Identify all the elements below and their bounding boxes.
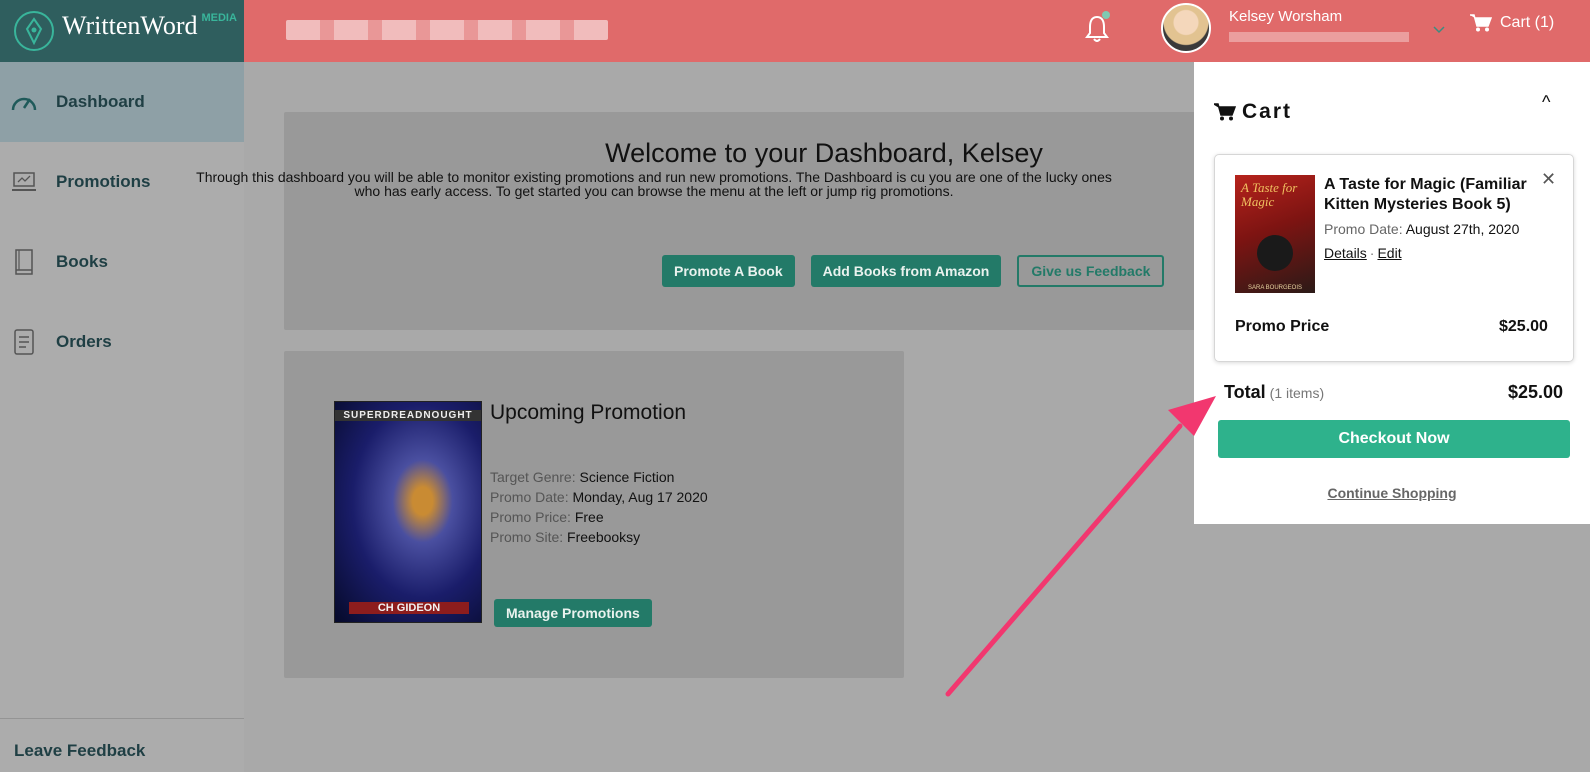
cover-title: SUPERDREADNOUGHT bbox=[335, 410, 481, 421]
sidebar-item-books[interactable]: Books bbox=[0, 222, 244, 302]
cart-item-date: Promo Date: August 27th, 2020 bbox=[1324, 221, 1520, 237]
promo-field-site: Promo Site: Freebooksy bbox=[490, 529, 641, 545]
sidebar-item-label: Books bbox=[56, 252, 108, 271]
cart-item-cover-text: A Taste for Magic bbox=[1241, 180, 1298, 209]
manage-promotions-button[interactable]: Manage Promotions bbox=[494, 599, 652, 627]
laptop-chart-icon bbox=[10, 168, 38, 196]
sidebar-divider bbox=[0, 718, 244, 719]
cart-item-cover-author: SARA BOURGEOIS bbox=[1247, 285, 1302, 291]
collapse-cart-button[interactable]: ^ bbox=[1542, 92, 1550, 113]
details-link[interactable]: Details bbox=[1324, 245, 1367, 261]
cart-link[interactable]: Cart (1) bbox=[1470, 14, 1554, 32]
logo[interactable]: WrittenWord MEDIA bbox=[0, 0, 244, 62]
cart-heading: Cart bbox=[1214, 100, 1292, 124]
promotion-title: Upcoming Promotion bbox=[490, 401, 687, 424]
upcoming-promotion-card: SUPERDREADNOUGHT CH GIDEON Upcoming Prom… bbox=[284, 351, 904, 678]
promo-field-date: Promo Date: Monday, Aug 17 2020 bbox=[490, 489, 708, 505]
promo-field-genre: Target Genre: Science Fiction bbox=[490, 469, 675, 485]
welcome-body: Through this dashboard you will be able … bbox=[196, 169, 1112, 199]
give-feedback-button[interactable]: Give us Feedback bbox=[1017, 255, 1165, 287]
top-bar: WrittenWord MEDIA Kelsey Worsham Cart (1… bbox=[0, 0, 1590, 62]
book-icon bbox=[10, 248, 38, 276]
welcome-card: Welcome to your Dashboard, Kelsey Throug… bbox=[196, 112, 1204, 330]
sidebar-item-orders[interactable]: Orders bbox=[0, 302, 244, 382]
promotion-details: Target Genre: Science Fiction Promo Date… bbox=[490, 467, 708, 547]
document-icon bbox=[10, 328, 38, 356]
promote-book-button[interactable]: Promote A Book bbox=[662, 255, 795, 287]
cart-title: Cart bbox=[1242, 100, 1293, 123]
sidebar-item-label: Promotions bbox=[56, 172, 151, 191]
link-separator: · bbox=[1369, 245, 1375, 261]
total-count: (1 items) bbox=[1269, 385, 1325, 401]
pen-nib-icon bbox=[14, 11, 54, 51]
welcome-actions: Promote A Book Add Books from Amazon Giv… bbox=[662, 255, 1165, 287]
logo-sup: MEDIA bbox=[201, 12, 237, 24]
cart-icon bbox=[1214, 103, 1236, 121]
promo-price-label: Promo Price bbox=[1235, 318, 1330, 335]
total-label: Total (1 items) bbox=[1224, 382, 1325, 402]
sidebar-item-label: Dashboard bbox=[56, 92, 145, 111]
continue-shopping-link[interactable]: Continue Shopping bbox=[1194, 485, 1590, 501]
cart-link-label: Cart (1) bbox=[1500, 14, 1555, 31]
checkout-button[interactable]: Checkout Now bbox=[1218, 420, 1570, 458]
cart-item: A Taste for Magic SARA BOURGEOIS A Taste… bbox=[1214, 154, 1574, 362]
sidebar-item-dashboard[interactable]: Dashboard bbox=[0, 62, 244, 142]
gauge-icon bbox=[10, 88, 38, 116]
cart-item-title: A Taste for Magic (Familiar Kitten Myste… bbox=[1324, 176, 1527, 213]
logo-text: WrittenWord bbox=[62, 11, 198, 40]
promo-field-price: Promo Price: Free bbox=[490, 509, 604, 525]
edit-link[interactable]: Edit bbox=[1377, 245, 1401, 261]
chevron-down-icon[interactable] bbox=[1432, 22, 1446, 36]
cart-dropdown: Cart ^ A Taste for Magic SARA BOURGEOIS … bbox=[1194, 62, 1590, 524]
cart-item-cover: A Taste for Magic SARA BOURGEOIS bbox=[1235, 175, 1315, 293]
user-email-blurred bbox=[1229, 32, 1409, 42]
avatar[interactable] bbox=[1161, 3, 1211, 53]
cover-author: CH GIDEON bbox=[349, 602, 469, 614]
cat-illustration bbox=[1257, 235, 1293, 271]
blurred-announcement bbox=[286, 20, 608, 40]
cart-icon bbox=[1470, 14, 1492, 32]
leave-feedback-link[interactable]: Leave Feedback bbox=[14, 741, 145, 761]
sidebar-item-label: Orders bbox=[56, 332, 112, 351]
total-value: $25.00 bbox=[1508, 382, 1564, 402]
user-name[interactable]: Kelsey Worsham bbox=[1229, 8, 1342, 25]
add-books-amazon-button[interactable]: Add Books from Amazon bbox=[810, 255, 1002, 287]
promo-price-value: $25.00 bbox=[1499, 318, 1548, 335]
notification-dot bbox=[1102, 11, 1110, 19]
book-cover-image: SUPERDREADNOUGHT CH GIDEON bbox=[334, 401, 482, 623]
cart-item-links: Details · Edit bbox=[1324, 245, 1402, 261]
close-icon[interactable]: ✕ bbox=[1541, 169, 1556, 190]
